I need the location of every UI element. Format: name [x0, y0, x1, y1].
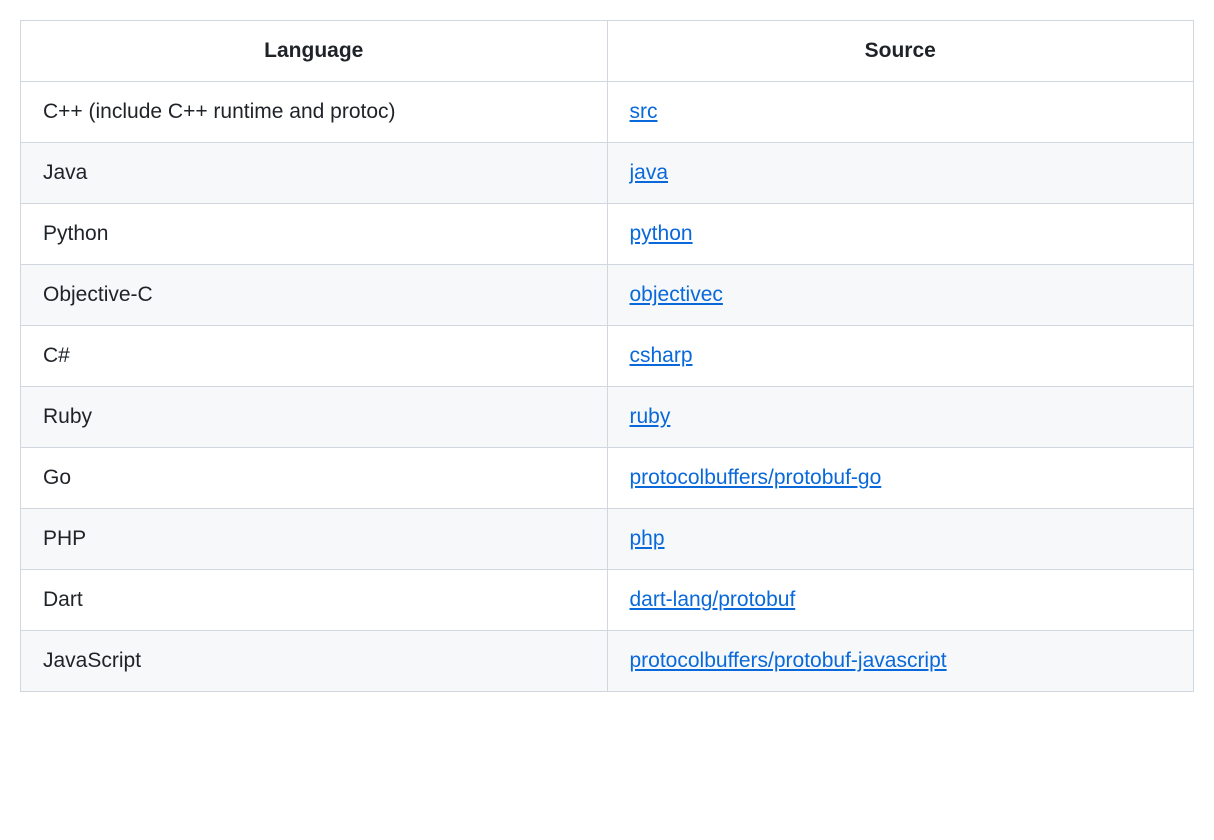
language-cell: Dart — [21, 570, 608, 631]
header-source: Source — [607, 21, 1194, 82]
source-link[interactable]: objectivec — [630, 283, 723, 306]
language-cell: Ruby — [21, 387, 608, 448]
source-cell: dart-lang/protobuf — [607, 570, 1194, 631]
source-link[interactable]: csharp — [630, 344, 693, 367]
source-link[interactable]: java — [630, 161, 669, 184]
source-link[interactable]: ruby — [630, 405, 671, 428]
language-cell: JavaScript — [21, 631, 608, 692]
source-cell: php — [607, 509, 1194, 570]
table-row: C++ (include C++ runtime and protoc) src — [21, 82, 1194, 143]
header-language: Language — [21, 21, 608, 82]
source-link[interactable]: protocolbuffers/protobuf-javascript — [630, 649, 947, 672]
table-row: Go protocolbuffers/protobuf-go — [21, 448, 1194, 509]
language-cell: PHP — [21, 509, 608, 570]
source-link[interactable]: python — [630, 222, 693, 245]
source-cell: python — [607, 204, 1194, 265]
source-link[interactable]: php — [630, 527, 665, 550]
language-cell: C++ (include C++ runtime and protoc) — [21, 82, 608, 143]
language-source-table: Language Source C++ (include C++ runtime… — [20, 20, 1194, 692]
table-row: Dart dart-lang/protobuf — [21, 570, 1194, 631]
source-cell: protocolbuffers/protobuf-go — [607, 448, 1194, 509]
language-cell: Objective-C — [21, 265, 608, 326]
language-cell: Java — [21, 143, 608, 204]
source-link[interactable]: dart-lang/protobuf — [630, 588, 796, 611]
table-row: JavaScript protocolbuffers/protobuf-java… — [21, 631, 1194, 692]
table-row: Python python — [21, 204, 1194, 265]
language-cell: Python — [21, 204, 608, 265]
table-row: PHP php — [21, 509, 1194, 570]
source-link[interactable]: src — [630, 100, 658, 123]
table-row: Ruby ruby — [21, 387, 1194, 448]
source-cell: csharp — [607, 326, 1194, 387]
language-cell: Go — [21, 448, 608, 509]
source-cell: objectivec — [607, 265, 1194, 326]
table-row: Objective-C objectivec — [21, 265, 1194, 326]
language-cell: C# — [21, 326, 608, 387]
source-cell: protocolbuffers/protobuf-javascript — [607, 631, 1194, 692]
table-row: C# csharp — [21, 326, 1194, 387]
source-cell: ruby — [607, 387, 1194, 448]
source-cell: java — [607, 143, 1194, 204]
table-row: Java java — [21, 143, 1194, 204]
source-link[interactable]: protocolbuffers/protobuf-go — [630, 466, 882, 489]
source-cell: src — [607, 82, 1194, 143]
